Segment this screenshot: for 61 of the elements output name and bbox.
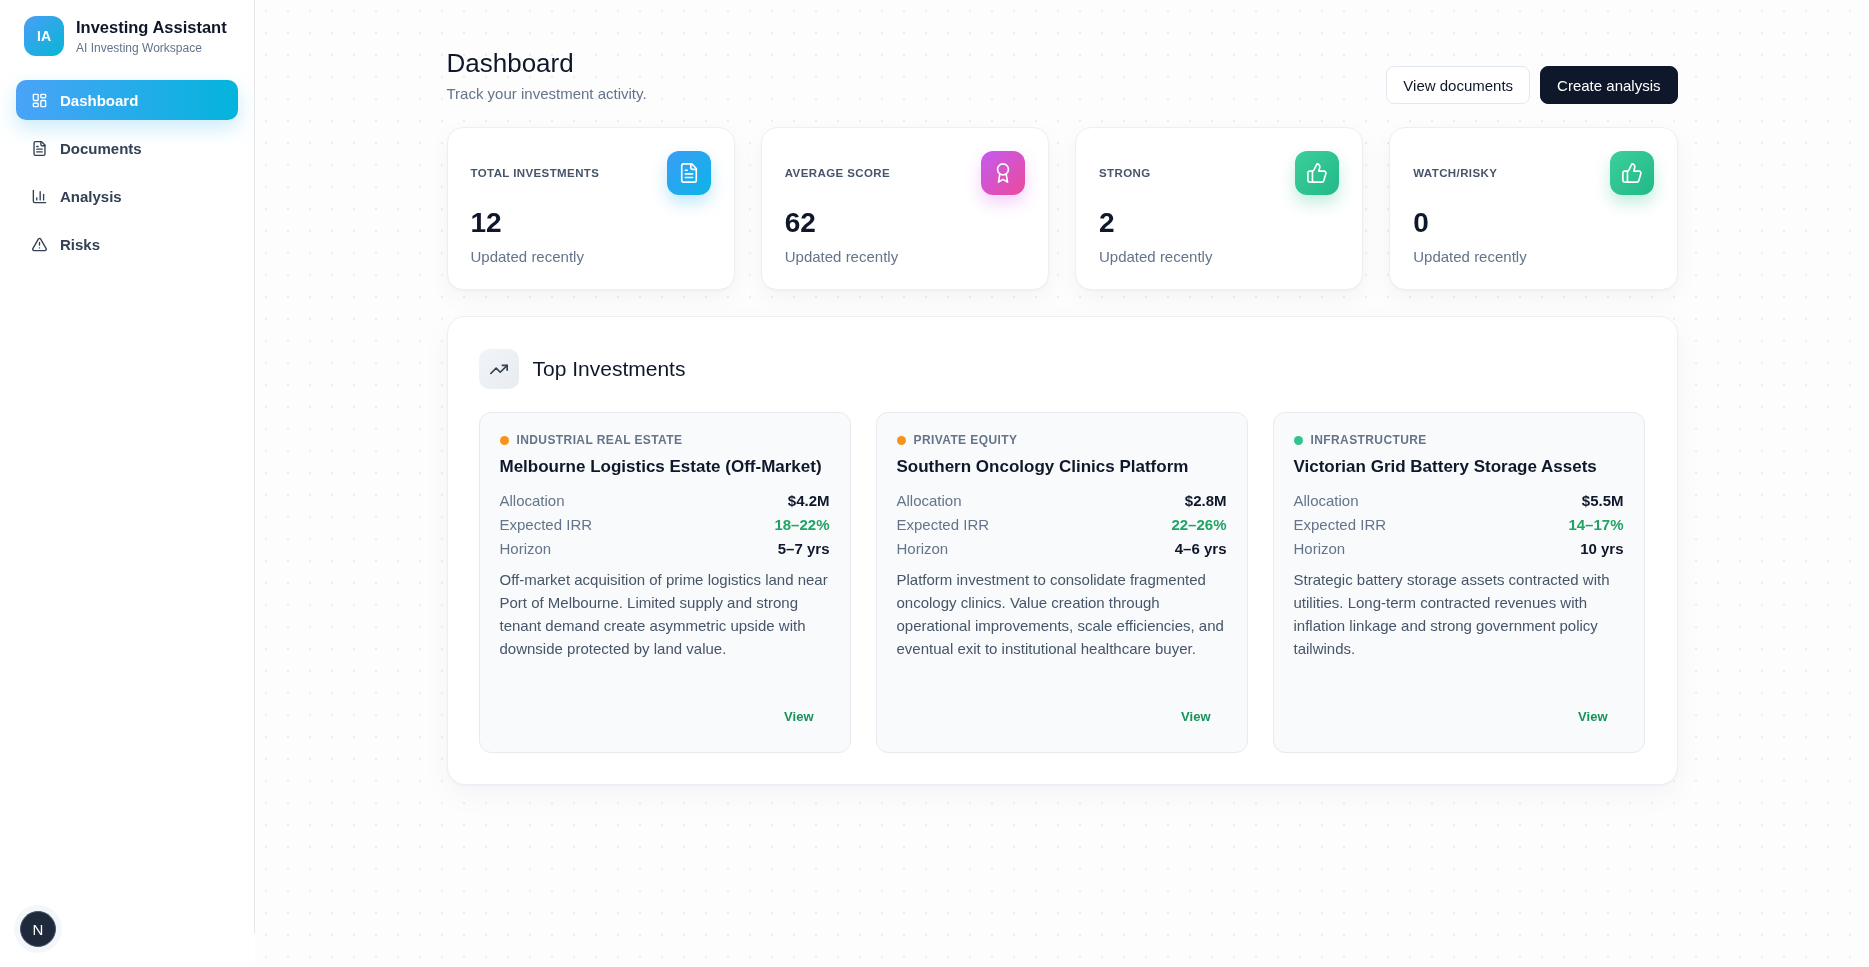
app-logo: IA <box>24 16 64 56</box>
metric-label: Allocation <box>499 491 565 509</box>
stat-value: 2 <box>1099 206 1116 240</box>
thumbs-up-icon <box>1609 151 1654 195</box>
view-link[interactable]: View <box>768 701 830 731</box>
investment-description: Platform investment to consolidate fragmented oncology clinics. Value creation through operational improvements, scale efficiencies, and eventual exit to institutional healthcare buyer. <box>896 570 1225 659</box>
category-label: INFRASTRUCTURE <box>1310 433 1427 447</box>
category-label: PRIVATE EQUITY <box>913 433 1018 447</box>
metric-label: Expected IRR <box>1293 515 1387 533</box>
stat-label: AVERAGE SCORE <box>784 167 891 179</box>
metric-value: $5.5M <box>1581 491 1624 509</box>
secondary-button[interactable]: View documents <box>1386 66 1531 104</box>
metric-label: Allocation <box>896 491 962 509</box>
metric-value: $2.8M <box>1184 491 1227 509</box>
metric-label: Allocation <box>1293 491 1359 509</box>
category-label: INDUSTRIAL REAL ESTATE <box>516 433 683 447</box>
view-link[interactable]: View <box>1562 701 1624 731</box>
dashboard-grid-icon <box>32 92 47 108</box>
investment-title: Melbourne Logistics Estate (Off-Market) <box>499 456 823 478</box>
investment-title: Southern Oncology Clinics Platform <box>896 456 1190 478</box>
metric-label: Horizon <box>1293 539 1346 557</box>
stat-value: 12 <box>470 206 503 240</box>
stat-note: Updated recently <box>1099 247 1214 267</box>
investment-title: Victorian Grid Battery Storage Assets <box>1293 456 1598 478</box>
stat-note: Updated recently <box>784 247 900 267</box>
view-link[interactable]: View <box>1165 701 1227 731</box>
metric-label: Horizon <box>499 539 552 557</box>
nav-item[interactable]: Risks <box>16 224 238 264</box>
app-subtitle: AI Investing Workspace <box>76 40 203 55</box>
metric-value: 5–7 yrs <box>777 539 830 557</box>
stat-note: Updated recently <box>470 247 585 267</box>
document-icon <box>32 140 47 156</box>
page-subtitle: Track your investment activity. <box>446 85 647 102</box>
metric-value: 14–17% <box>1568 515 1624 533</box>
page-title: Dashboard <box>446 47 575 79</box>
metric-value: 10 yrs <box>1580 539 1624 557</box>
metric-value: 22–26% <box>1171 515 1227 533</box>
metric-value: 4–6 yrs <box>1174 539 1227 557</box>
metric-value: $4.2M <box>787 491 830 509</box>
bar-chart-icon <box>32 188 47 204</box>
app-title: Investing Assistant <box>76 17 227 37</box>
primary-button[interactable]: Create analysis <box>1540 66 1678 104</box>
warning-icon <box>32 236 47 252</box>
stat-label: TOTAL INVESTMENTS <box>470 167 600 179</box>
investment-description: Strategic battery storage assets contracted with utilities. Long-term contracted revenues with inflation linkage and strong government policy tailwinds. <box>1293 570 1611 659</box>
stat-value: 62 <box>784 206 817 240</box>
panel-title: Top Investments <box>532 357 686 381</box>
award-ribbon-icon <box>981 151 1025 195</box>
nav-item[interactable]: Analysis <box>16 176 238 216</box>
document-icon <box>666 151 711 195</box>
stat-label: STRONG <box>1099 167 1151 179</box>
stat-label: WATCH/RISKY <box>1413 167 1498 179</box>
investment-description: Off-market acquisition of prime logistics land near Port of Melbourne. Limited supply and strong tenant demand create asymmetric upside with downside protected by land value. <box>499 570 829 659</box>
thumbs-up-icon <box>1295 151 1340 195</box>
stat-value: 0 <box>1413 206 1430 240</box>
metric-value: 18–22% <box>774 515 830 533</box>
nav-item[interactable]: Documents <box>16 128 238 168</box>
metric-label: Expected IRR <box>896 515 990 533</box>
metric-label: Horizon <box>896 539 949 557</box>
stat-note: Updated recently <box>1413 247 1528 267</box>
metric-label: Expected IRR <box>499 515 593 533</box>
